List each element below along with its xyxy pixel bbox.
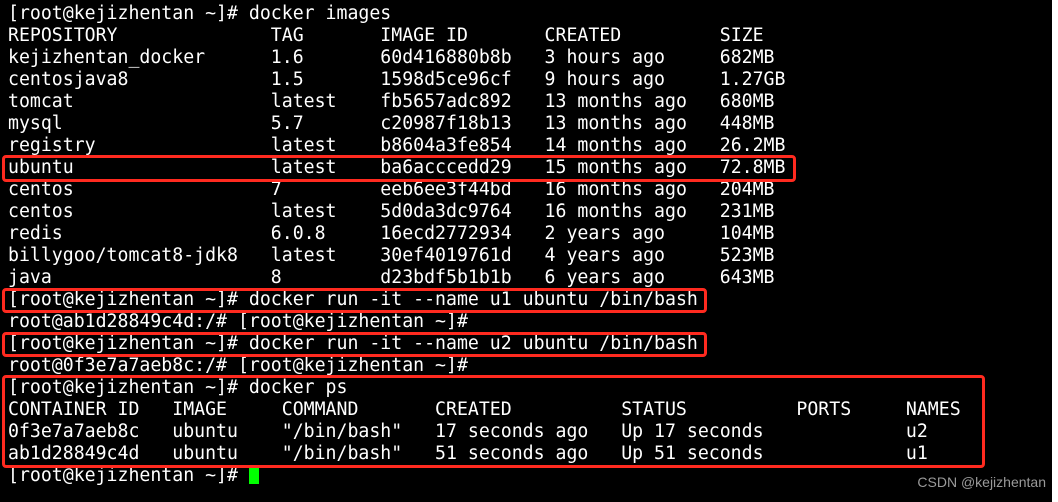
cell-image-id: c20987f18b13 — [380, 113, 512, 134]
header-created: CREATED — [544, 25, 622, 46]
cell-tag: 1.6 — [270, 47, 304, 68]
cell-repository: registry — [8, 135, 96, 156]
cell-tag: latest — [270, 201, 337, 222]
cell-size: 680MB — [719, 91, 775, 112]
cell-created: 14 months ago — [544, 135, 687, 156]
cell-tag: 8 — [270, 267, 282, 288]
output-u2: root@0f3e7a7aeb8c:/# [root@kejizhentan ~… — [8, 355, 468, 376]
cell-repository: centosjava8 — [8, 69, 129, 90]
cell-image-id: 30ef4019761d — [380, 245, 512, 266]
cell-repository: centos — [8, 179, 74, 200]
cell-size: 1.27GB — [719, 69, 786, 90]
cell-repository: billygoo/tomcat8-jdk8 — [8, 245, 238, 266]
table-row: kejizhentan_docker 1.6 60d416880b8b 3 hours… — [8, 47, 1048, 69]
cell-image-id: eeb6ee3f44bd — [380, 179, 512, 200]
cell-tag: 1.5 — [270, 69, 304, 90]
highlight-box-docker-ps — [2, 375, 985, 468]
cell-size: 682MB — [719, 47, 775, 68]
terminal-window[interactable]: [root@kejizhentan ~]# docker images REPO… — [0, 0, 1052, 502]
cell-created: 3 hours ago — [544, 47, 665, 68]
cell-repository: kejizhentan_docker — [8, 47, 206, 68]
header-repository: REPOSITORY — [8, 25, 118, 46]
cell-created: 13 months ago — [544, 91, 687, 112]
table-row: registry latest b8604a3fe854 14 months ago 2… — [8, 135, 1048, 157]
cell-created: 2 years ago — [544, 223, 665, 244]
highlight-box-run-u2 — [2, 332, 707, 357]
cell-image-id: 60d416880b8b — [380, 47, 512, 68]
prompt: [root@kejizhentan ~]# — [8, 3, 249, 24]
cell-repository: mysql — [8, 113, 63, 134]
command-text: docker images — [248, 3, 392, 24]
cell-created: 16 months ago — [544, 201, 687, 222]
cell-created: 6 years ago — [544, 267, 665, 288]
window-edge — [1052, 0, 1058, 502]
cursor — [248, 466, 259, 484]
cell-size: 448MB — [719, 113, 775, 134]
header-tag: TAG — [270, 25, 304, 46]
cell-tag: 5.7 — [270, 113, 304, 134]
cell-created: 13 months ago — [544, 113, 687, 134]
watermark: CSDN @kejizhentan — [917, 474, 1046, 490]
table-row: billygoo/tomcat8-jdk8 latest 30ef4019761d 4… — [8, 245, 1048, 267]
final-prompt-line[interactable]: [root@kejizhentan ~]# — [8, 465, 259, 487]
cell-size: 523MB — [719, 245, 775, 266]
cell-size: 643MB — [719, 267, 775, 288]
table-row: tomcat latest fb5657adc892 13 months ago 680… — [8, 91, 1048, 113]
table-row: mysql 5.7 c20987f18b13 13 months ago 448MB — [8, 113, 1048, 135]
cell-image-id: 5d0da3dc9764 — [380, 201, 512, 222]
cell-tag: latest — [270, 245, 337, 266]
command-line-docker-images: [root@kejizhentan ~]# docker images — [8, 3, 391, 25]
cell-image-id: b8604a3fe854 — [380, 135, 512, 156]
header-image-id: IMAGE ID — [380, 25, 468, 46]
cell-created: 16 months ago — [544, 179, 687, 200]
cell-image-id: d23bdf5b1b1b — [380, 267, 512, 288]
cell-repository: tomcat — [8, 91, 74, 112]
prompt: [root@kejizhentan ~]# — [8, 465, 249, 486]
cell-tag: latest — [270, 91, 337, 112]
cell-size: 104MB — [719, 223, 775, 244]
output-u1: root@ab1d28849c4d:/# [root@kejizhentan ~… — [8, 311, 468, 332]
table-row: centos 7 eeb6ee3f44bd 16 months ago 204MB — [8, 179, 1048, 201]
cell-size: 26.2MB — [719, 135, 786, 156]
table-row: java 8 d23bdf5b1b1b 6 years ago 643MB — [8, 267, 1048, 289]
table-row: centos latest 5d0da3dc9764 16 months ago 231… — [8, 201, 1048, 223]
cell-repository: redis — [8, 223, 63, 244]
header-size: SIZE — [719, 25, 764, 46]
cell-created: 9 hours ago — [544, 69, 665, 90]
cell-image-id: 1598d5ce96cf — [380, 69, 512, 90]
cell-image-id: fb5657adc892 — [380, 91, 512, 112]
cell-size: 204MB — [719, 179, 775, 200]
cell-created: 4 years ago — [544, 245, 665, 266]
cell-repository: java — [8, 267, 52, 288]
highlight-box-run-u1 — [2, 288, 707, 313]
cell-tag: latest — [270, 135, 337, 156]
cell-tag: 7 — [270, 179, 282, 200]
cell-image-id: 16ecd2772934 — [380, 223, 512, 244]
table-header: REPOSITORY TAG IMAGE ID CREATED SIZE — [8, 25, 1048, 47]
table-row: redis 6.0.8 16ecd2772934 2 years ago 104MB — [8, 223, 1048, 245]
cell-repository: centos — [8, 201, 74, 222]
highlight-box-ubuntu-image — [2, 155, 796, 182]
table-row: centosjava8 1.5 1598d5ce96cf 9 hours ago 1.2… — [8, 69, 1048, 91]
cell-tag: 6.0.8 — [270, 223, 326, 244]
cell-size: 231MB — [719, 201, 775, 222]
